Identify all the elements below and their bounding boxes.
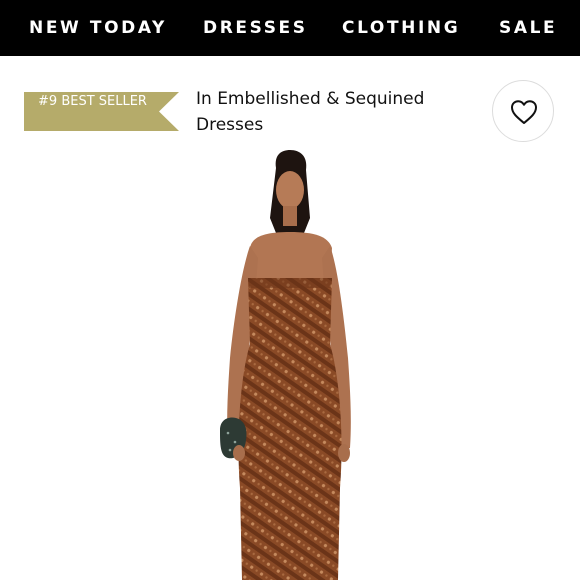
nav-item-new-today[interactable]: NEW TODAY: [29, 0, 167, 56]
top-navigation: NEW TODAY DRESSES CLOTHING SALE: [0, 0, 580, 56]
nav-item-dresses[interactable]: DRESSES: [203, 0, 308, 56]
best-seller-label: BEST SELLER: [61, 94, 147, 109]
category-title[interactable]: In Embellished & Sequined Dresses: [196, 86, 466, 138]
best-seller-rank: #9: [38, 94, 58, 109]
favorite-button[interactable]: [492, 80, 554, 142]
nav-item-clothing[interactable]: CLOTHING: [342, 0, 460, 56]
heart-icon: [511, 100, 537, 124]
best-seller-badge: #9 BEST SELLER: [24, 92, 179, 131]
best-seller-text: #9 BEST SELLER: [38, 92, 158, 112]
product-page: NEW TODAY DRESSES CLOTHING SALE #9 BEST …: [0, 0, 580, 580]
nav-item-sale[interactable]: SALE: [499, 0, 557, 56]
product-image[interactable]: [190, 148, 390, 580]
